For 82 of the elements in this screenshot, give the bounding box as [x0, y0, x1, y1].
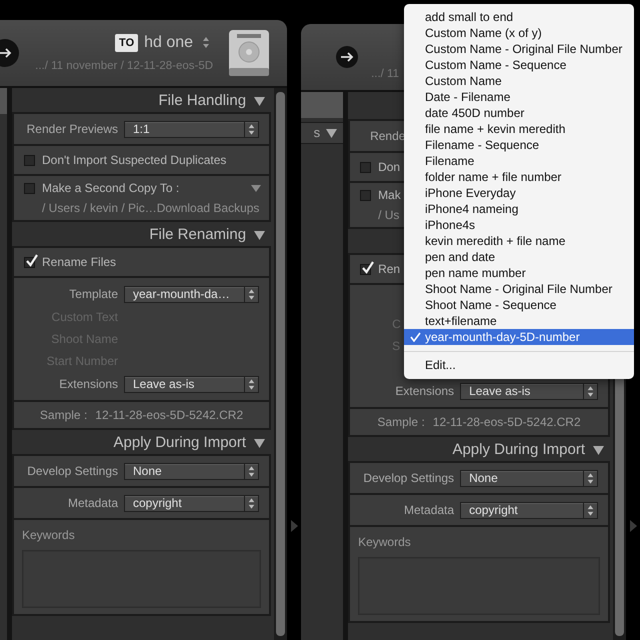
- section-title: Apply During Import: [114, 432, 246, 453]
- menu-item[interactable]: year-mounth-day-5D-number: [404, 329, 634, 345]
- checkbox[interactable]: [24, 256, 35, 268]
- section-title: File Renaming: [149, 224, 246, 245]
- field-label: Extensions: [394, 383, 456, 400]
- dropdown[interactable]: None: [124, 462, 260, 480]
- dropdown[interactable]: Leave as-is: [460, 382, 598, 400]
- dropdown[interactable]: None: [460, 470, 598, 486]
- collapse-triangle-icon[interactable]: [254, 438, 266, 448]
- checkmark-icon: [25, 254, 39, 268]
- dropdown[interactable]: 1:1: [124, 120, 260, 138]
- menu-item[interactable]: add small to end: [404, 9, 634, 25]
- menu-item[interactable]: Custom Name: [404, 73, 634, 89]
- arrow-icon[interactable]: [0, 38, 20, 68]
- dropdown[interactable]: Leave as-is: [124, 376, 260, 392]
- checkbox-label: Rename Files: [42, 254, 116, 271]
- checkbox-label: Ren: [378, 261, 400, 278]
- menu-item[interactable]: Date - Filename: [404, 89, 634, 105]
- collapse-triangle-icon[interactable]: [254, 230, 266, 240]
- folder-path: .../ 11 november / 12-11-28-eos-5D: [35, 58, 214, 74]
- checkmark-icon: [410, 332, 421, 342]
- checkbox-label: Make a Second Copy To :: [42, 180, 180, 197]
- sample-filename: 12-11-28-eos-5D-5242.CR2: [432, 414, 581, 431]
- menu-item[interactable]: folder name + file number: [404, 169, 634, 185]
- panel-toggle-icon[interactable]: [290, 520, 298, 532]
- checkbox[interactable]: [24, 154, 35, 166]
- checkbox-label: Don: [378, 159, 400, 176]
- checkbox[interactable]: [360, 190, 372, 200]
- dropdown[interactable]: year-mounth-da…: [124, 286, 260, 302]
- checkmark-icon: [361, 260, 376, 274]
- field-label: Metadata: [66, 495, 119, 512]
- menu-item[interactable]: Custom Name - Original File Number: [404, 41, 634, 57]
- menu-item[interactable]: Filename - Sequence: [404, 137, 634, 153]
- menu-item[interactable]: Edit...: [404, 357, 634, 373]
- field-label: Keywords: [358, 534, 412, 551]
- menu-item[interactable]: Filename: [404, 153, 634, 169]
- menu-item[interactable]: Shoot Name - Original File Number: [404, 281, 634, 297]
- sample-label: Sample :: [40, 407, 88, 424]
- field-label: Metadata: [403, 502, 456, 519]
- field-label: Render Previews: [26, 121, 119, 138]
- folder-path: .../ 11: [371, 67, 399, 82]
- checkbox[interactable]: [24, 182, 35, 194]
- menu-item[interactable]: iPhone4 nameing: [404, 201, 634, 217]
- menu-item[interactable]: pen name mumber: [404, 265, 634, 281]
- scrollbar-thumb[interactable]: [276, 92, 286, 636]
- menu-item[interactable]: Custom Name - Sequence: [404, 57, 634, 73]
- menu-item[interactable]: text+filename: [404, 313, 634, 329]
- menu-item[interactable]: iPhone4s: [404, 217, 634, 233]
- field-label: Extensions: [58, 376, 119, 393]
- volume-name[interactable]: hd one: [144, 30, 194, 55]
- dropdown[interactable]: copyright: [460, 502, 598, 518]
- collapse-triangle-icon[interactable]: [593, 446, 604, 454]
- field-label: Rende: [369, 128, 406, 145]
- collapse-triangle-icon[interactable]: [254, 96, 266, 106]
- menu-item[interactable]: file name + kevin meredith: [404, 121, 634, 137]
- menu-item[interactable]: iPhone Everyday: [404, 185, 634, 201]
- section-title: s: [314, 124, 320, 142]
- menu-item[interactable]: pen and date: [404, 249, 634, 265]
- folder-path: / Users / kevin / Pic…Download Backups: [42, 201, 260, 215]
- checkbox[interactable]: [360, 162, 372, 172]
- section-title: File Handling: [158, 90, 246, 111]
- field-label: Template: [68, 286, 119, 303]
- dropdown[interactable]: copyright: [124, 494, 260, 512]
- destination-badge: TO: [115, 34, 138, 52]
- checkbox-label: Mak: [378, 187, 401, 204]
- folder-path: / Us: [378, 208, 400, 222]
- menu-item[interactable]: Custom Name (x of y): [404, 25, 634, 41]
- sample-filename: 12-11-28-eos-5D-5242.CR2: [95, 407, 244, 424]
- menu-item[interactable]: date 450D number: [404, 105, 634, 121]
- field-label: Develop Settings: [362, 470, 456, 487]
- collapse-triangle-icon[interactable]: [326, 128, 338, 138]
- field-label: Develop Settings: [26, 463, 119, 480]
- field-label: Keywords: [22, 527, 76, 544]
- menu-item[interactable]: kevin meredith + file name: [404, 233, 634, 249]
- panel-toggle-icon[interactable]: [630, 520, 636, 532]
- dropdown-triangle-icon[interactable]: [251, 184, 262, 192]
- menu-item[interactable]: Shoot Name - Sequence: [404, 297, 634, 313]
- sample-label: Sample :: [377, 414, 425, 431]
- checkbox[interactable]: [360, 264, 372, 274]
- checkbox-label: Don't Import Suspected Duplicates: [42, 152, 226, 169]
- hard-drive-icon: [227, 28, 272, 78]
- section-title: Apply During Import: [452, 440, 585, 460]
